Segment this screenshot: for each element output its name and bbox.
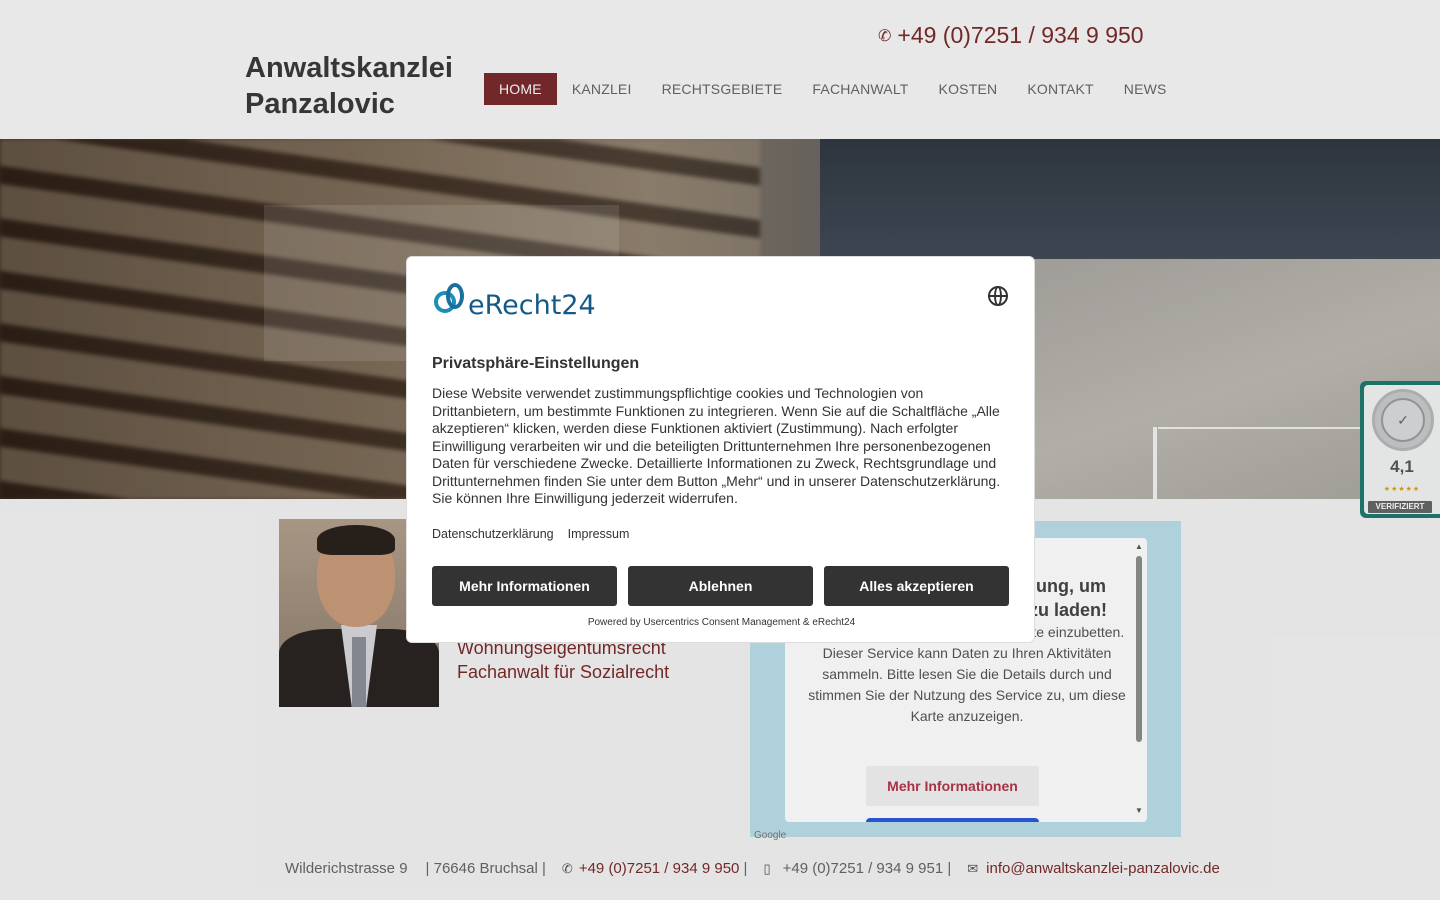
language-globe-icon[interactable] (988, 286, 1008, 306)
erecht24-logo: eRecht24 (432, 283, 596, 321)
powered-by-text: Powered by Usercentrics Consent Manageme… (587, 617, 856, 628)
consent-title: Privatsphäre-Einstellungen (432, 355, 640, 372)
consent-links: Datenschutzerklärung Impressum (432, 527, 629, 541)
privacy-policy-link[interactable]: Datenschutzerklärung (432, 527, 554, 541)
consent-description: Diese Website verwendet zustimmungspflic… (432, 385, 1001, 506)
logo-ring-2 (446, 283, 464, 309)
more-information-button[interactable]: Mehr Informationen (432, 566, 617, 606)
erecht24-logo-text: eRecht24 (468, 290, 596, 321)
imprint-link[interactable]: Impressum (568, 527, 630, 541)
erecht24-logo-icon (432, 283, 468, 321)
accept-all-button[interactable]: Alles akzeptieren (824, 566, 1009, 606)
decline-button[interactable]: Ablehnen (628, 566, 813, 606)
consent-dialog: eRecht24 Privatsphäre-Einstellungen Dies… (406, 256, 1035, 643)
